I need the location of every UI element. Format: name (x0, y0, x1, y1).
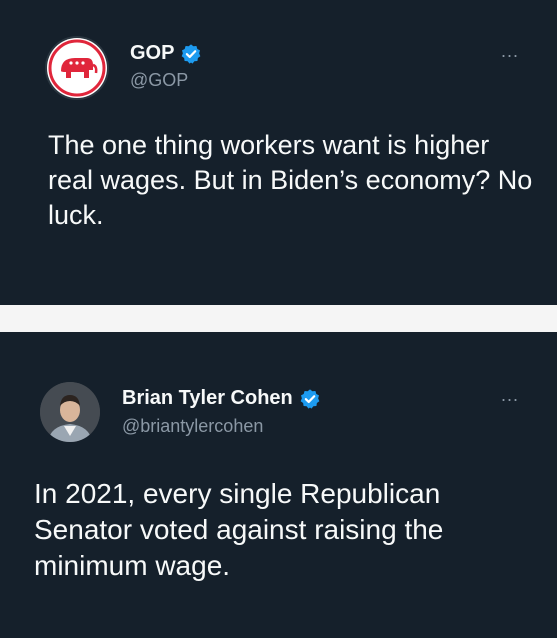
more-options-icon[interactable]: ... (501, 42, 519, 60)
tweet-text: The one thing workers want is higher rea… (48, 130, 533, 230)
tweet-text: In 2021, every single Republican Senator… (34, 478, 444, 581)
more-options-icon[interactable]: ... (501, 386, 519, 404)
author-name[interactable]: Brian Tyler Cohen (122, 387, 293, 410)
brian-avatar[interactable] (40, 382, 100, 442)
author-handle[interactable]: @GOP (130, 70, 188, 91)
author-line: GOP (130, 42, 202, 65)
author-handle[interactable]: @briantylercohen (122, 416, 263, 437)
divider (0, 305, 557, 332)
profile-photo (40, 382, 100, 442)
tweet-card-briantylercohen[interactable]: Brian Tyler Cohen @briantylercohen ... I… (0, 332, 557, 638)
verified-badge-icon (300, 388, 320, 409)
author-name[interactable]: GOP (130, 42, 174, 65)
author-line: Brian Tyler Cohen (122, 387, 321, 410)
verified-badge-icon (182, 43, 201, 64)
tweet-card-gop[interactable]: GOP @GOP ... The one thing workers want … (0, 0, 557, 305)
gop-avatar[interactable] (47, 38, 107, 98)
gop-elephant-logo-icon (48, 39, 106, 97)
